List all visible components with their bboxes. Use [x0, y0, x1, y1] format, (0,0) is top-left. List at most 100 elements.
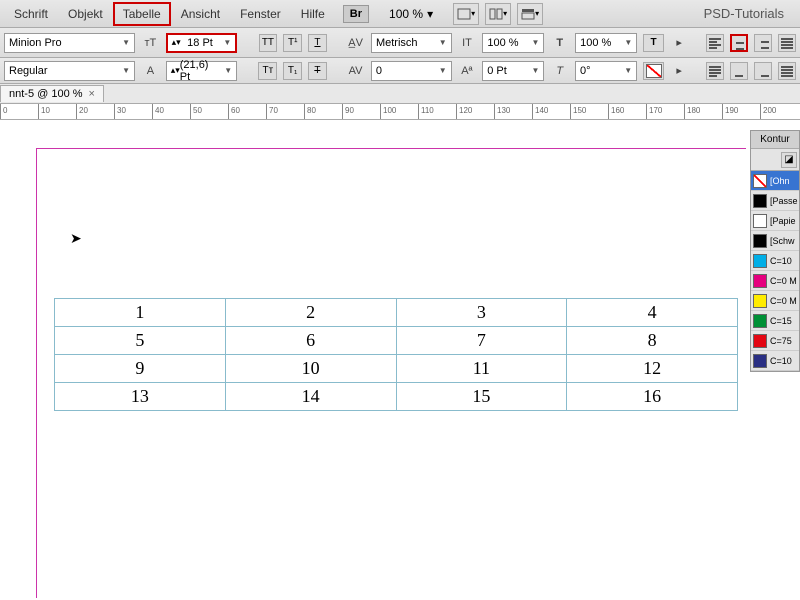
no-fill-button[interactable]	[643, 62, 664, 80]
swatch-item[interactable]: C=10	[751, 351, 799, 371]
kerning-icon: A̲V	[346, 34, 365, 52]
fill-stroke-toggle[interactable]: ◪	[781, 152, 797, 168]
table-cell[interactable]: 14	[225, 383, 396, 411]
justify-right-button[interactable]	[754, 62, 772, 80]
close-icon[interactable]: ×	[89, 88, 95, 100]
table-cell[interactable]: 3	[396, 299, 567, 327]
swatch-label: C=10	[770, 256, 792, 266]
dropdown-arrow-icon: ▾	[427, 7, 433, 21]
dropdown-arrow-icon: ▼	[531, 66, 539, 75]
tracking-icon: AV	[346, 62, 365, 80]
table-row[interactable]: 9101112	[55, 355, 738, 383]
swatch-item[interactable]: [Schw	[751, 231, 799, 251]
char-style-button[interactable]: T	[643, 34, 664, 52]
font-family-dropdown[interactable]: Minion Pro ▼	[4, 33, 135, 53]
skew-icon: T	[550, 62, 569, 80]
stepper-icon: ▴▾	[171, 65, 180, 76]
table-row[interactable]: 1234	[55, 299, 738, 327]
swatch-item[interactable]: C=15	[751, 311, 799, 331]
table-cell[interactable]: 16	[567, 383, 738, 411]
table-cell[interactable]: 11	[396, 355, 567, 383]
horiz-scale-dropdown[interactable]: 100 % ▼	[575, 33, 637, 53]
small-caps-button[interactable]: Tᴛ	[258, 62, 277, 80]
strikethrough-button[interactable]: T	[308, 62, 327, 80]
swatch-item[interactable]: C=75	[751, 331, 799, 351]
swatch-item[interactable]: [Ohn	[751, 171, 799, 191]
table-cell[interactable]: 12	[567, 355, 738, 383]
dropdown-arrow-icon: ▼	[624, 66, 632, 75]
swatch-item[interactable]: [Papie	[751, 211, 799, 231]
font-style-value: Regular	[9, 65, 48, 77]
kerning-dropdown[interactable]: Metrisch ▼	[371, 33, 452, 53]
vert-scale-value: 100 %	[487, 37, 518, 49]
vert-scale-dropdown[interactable]: 100 % ▼	[482, 33, 544, 53]
table-cell[interactable]: 13	[55, 383, 226, 411]
table-cell[interactable]: 7	[396, 327, 567, 355]
align-right-button[interactable]	[754, 34, 772, 52]
table-frame[interactable]: 12345678910111213141516	[54, 298, 738, 411]
table-cell[interactable]: 10	[225, 355, 396, 383]
align-left-button[interactable]	[706, 34, 724, 52]
table-row[interactable]: 13141516	[55, 383, 738, 411]
document-workspace[interactable]: ➤ 12345678910111213141516	[0, 120, 800, 600]
swatch-color	[753, 314, 767, 328]
swatch-list: [Ohn[Passe[Papie[SchwC=10C=0 MC=0 MC=15C…	[751, 171, 799, 371]
swatch-item[interactable]: C=0 M	[751, 291, 799, 311]
vert-scale-icon: IT	[458, 34, 477, 52]
horiz-scale-value: 100 %	[580, 37, 611, 49]
align-center-button[interactable]	[730, 34, 748, 52]
menu-fenster[interactable]: Fenster	[230, 2, 291, 26]
control-bar-1: Minion Pro ▼ тT ▴▾ 18 Pt ▼ TT T¹ T A̲V M…	[0, 28, 800, 58]
table-cell[interactable]: 1	[55, 299, 226, 327]
table-cell[interactable]: 15	[396, 383, 567, 411]
table-cell[interactable]: 9	[55, 355, 226, 383]
justify-center-button[interactable]	[730, 62, 748, 80]
tracking-dropdown[interactable]: 0 ▼	[371, 61, 452, 81]
panel-tab-kontur[interactable]: Kontur	[751, 131, 799, 149]
workspace-button[interactable]: ▾	[517, 3, 543, 25]
justify-left-button[interactable]	[706, 62, 724, 80]
baseline-dropdown[interactable]: 0 Pt ▼	[482, 61, 544, 81]
align-justify-button[interactable]	[778, 34, 796, 52]
skew-dropdown[interactable]: 0° ▼	[575, 61, 637, 81]
table-cell[interactable]: 5	[55, 327, 226, 355]
table-cell[interactable]: 8	[567, 327, 738, 355]
zoom-level-dropdown[interactable]: 100 % ▾	[389, 7, 433, 21]
menu-schrift[interactable]: Schrift	[4, 2, 58, 26]
menu-hilfe[interactable]: Hilfe	[291, 2, 335, 26]
font-style-dropdown[interactable]: Regular ▼	[4, 61, 135, 81]
superscript-button[interactable]: T¹	[283, 34, 302, 52]
swatch-item[interactable]: C=0 M	[751, 271, 799, 291]
horizontal-ruler[interactable]: 0102030405060708090100110120130140150160…	[0, 104, 800, 120]
screen-mode-button[interactable]: ▾	[453, 3, 479, 25]
swatch-item[interactable]: C=10	[751, 251, 799, 271]
swatch-color	[753, 334, 767, 348]
table-cell[interactable]: 4	[567, 299, 738, 327]
dropdown-arrow-icon: ▼	[224, 66, 232, 75]
swatch-color	[753, 194, 767, 208]
swatches-panel: Kontur ◪ [Ohn[Passe[Papie[SchwC=10C=0 MC…	[750, 130, 800, 372]
leading-dropdown[interactable]: ▴▾ (21,6) Pt ▼	[166, 61, 237, 81]
menu-ansicht[interactable]: Ansicht	[171, 2, 230, 26]
justify-all-button[interactable]	[778, 62, 796, 80]
dropdown-arrow-icon: ▼	[532, 38, 540, 47]
swatch-item[interactable]: [Passe	[751, 191, 799, 211]
swatch-label: [Passe	[770, 196, 798, 206]
menu-objekt[interactable]: Objekt	[58, 2, 113, 26]
leading-icon: A	[141, 62, 160, 80]
arrange-button[interactable]: ▾	[485, 3, 511, 25]
table-cell[interactable]: 2	[225, 299, 396, 327]
all-caps-button[interactable]: TT	[259, 34, 278, 52]
subscript-button[interactable]: T₁	[283, 62, 302, 80]
font-size-dropdown[interactable]: ▴▾ 18 Pt ▼	[166, 33, 238, 53]
control-bar-2: Regular ▼ A ▴▾ (21,6) Pt ▼ Tᴛ T₁ T AV 0 …	[0, 58, 800, 84]
underline-button[interactable]: T	[308, 34, 327, 52]
bridge-button[interactable]: Br	[343, 5, 369, 23]
swatch-color	[753, 214, 767, 228]
kerning-value: Metrisch	[376, 37, 418, 49]
document-tab[interactable]: nnt-5 @ 100 % ×	[0, 85, 104, 102]
cursor-icon: ➤	[70, 230, 82, 247]
table-cell[interactable]: 6	[225, 327, 396, 355]
menu-tabelle[interactable]: Tabelle	[113, 2, 171, 26]
table-row[interactable]: 5678	[55, 327, 738, 355]
